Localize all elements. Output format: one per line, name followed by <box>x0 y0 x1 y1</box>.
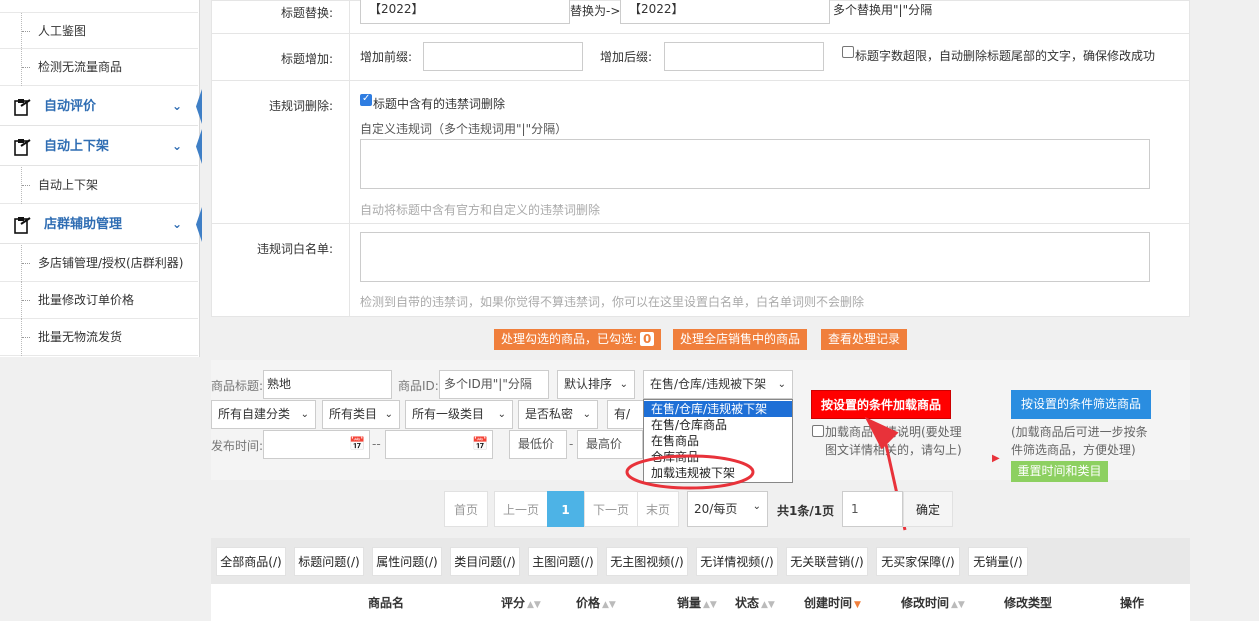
col-score[interactable]: 评分 ▲▼ <box>501 594 541 611</box>
first-page-button[interactable]: 首页 <box>444 491 488 527</box>
col-actions: 操作 <box>1120 596 1145 610</box>
col-created[interactable]: 创建时间 ▼ <box>804 594 861 611</box>
col-label: 创建时间 <box>804 596 853 610</box>
col-name: 商品名 <box>368 596 405 610</box>
tab-no-marketing[interactable]: 无关联营销(/) <box>786 547 868 576</box>
chevron-down-icon: ⌄ <box>752 501 761 512</box>
col-label: 状态 <box>735 596 760 610</box>
col-modified[interactable]: 修改时间 ▲▼ <box>901 594 965 611</box>
last-page-button[interactable]: 末页 <box>637 491 679 527</box>
tab-no-main-video[interactable]: 无主图视频(/) <box>606 547 688 576</box>
sort-icon: ▲▼ <box>602 600 616 610</box>
sort-desc-icon: ▼ <box>854 600 861 610</box>
annotation-ellipse <box>625 454 755 490</box>
tab-category[interactable]: 类目问题(/) <box>450 547 520 576</box>
tab-title[interactable]: 标题问题(/) <box>294 547 364 576</box>
prev-page-button[interactable]: 上一页 <box>494 491 548 527</box>
sort-icon: ▲▼ <box>527 600 541 610</box>
select-value: 20/每页 <box>694 502 738 516</box>
tab-attribute[interactable]: 属性问题(/) <box>372 547 442 576</box>
sort-icon: ▲▼ <box>951 600 965 610</box>
col-sales[interactable]: 销量 ▲▼ <box>677 594 717 611</box>
page-summary: 共1条/1页 <box>777 504 835 518</box>
sort-icon: ▲▼ <box>703 600 717 610</box>
next-page-button[interactable]: 下一页 <box>584 491 638 527</box>
current-page[interactable]: 1 <box>547 491 584 527</box>
col-label: 评分 <box>501 596 526 610</box>
sort-icon: ▲▼ <box>761 600 775 610</box>
confirm-page-button[interactable]: 确定 <box>903 491 953 527</box>
tab-no-protection[interactable]: 无买家保障(/) <box>876 547 960 576</box>
tab-main-image[interactable]: 主图问题(/) <box>528 547 598 576</box>
goto-page-input[interactable]: 1 <box>842 491 903 527</box>
col-label: 价格 <box>576 596 601 610</box>
col-label: 销量 <box>677 596 702 610</box>
per-page-select[interactable]: 20/每页 ⌄ <box>687 491 768 527</box>
annotation-overlay <box>625 416 907 531</box>
tab-all[interactable]: 全部商品(/) <box>216 547 286 576</box>
col-status[interactable]: 状态 ▲▼ <box>735 594 775 611</box>
col-price[interactable]: 价格 ▲▼ <box>576 594 616 611</box>
col-label: 修改时间 <box>901 596 950 610</box>
tab-no-sales[interactable]: 无销量(/) <box>968 547 1028 576</box>
col-modify-type: 修改类型 <box>1004 596 1053 610</box>
tab-no-detail-video[interactable]: 无详情视频(/) <box>696 547 778 576</box>
